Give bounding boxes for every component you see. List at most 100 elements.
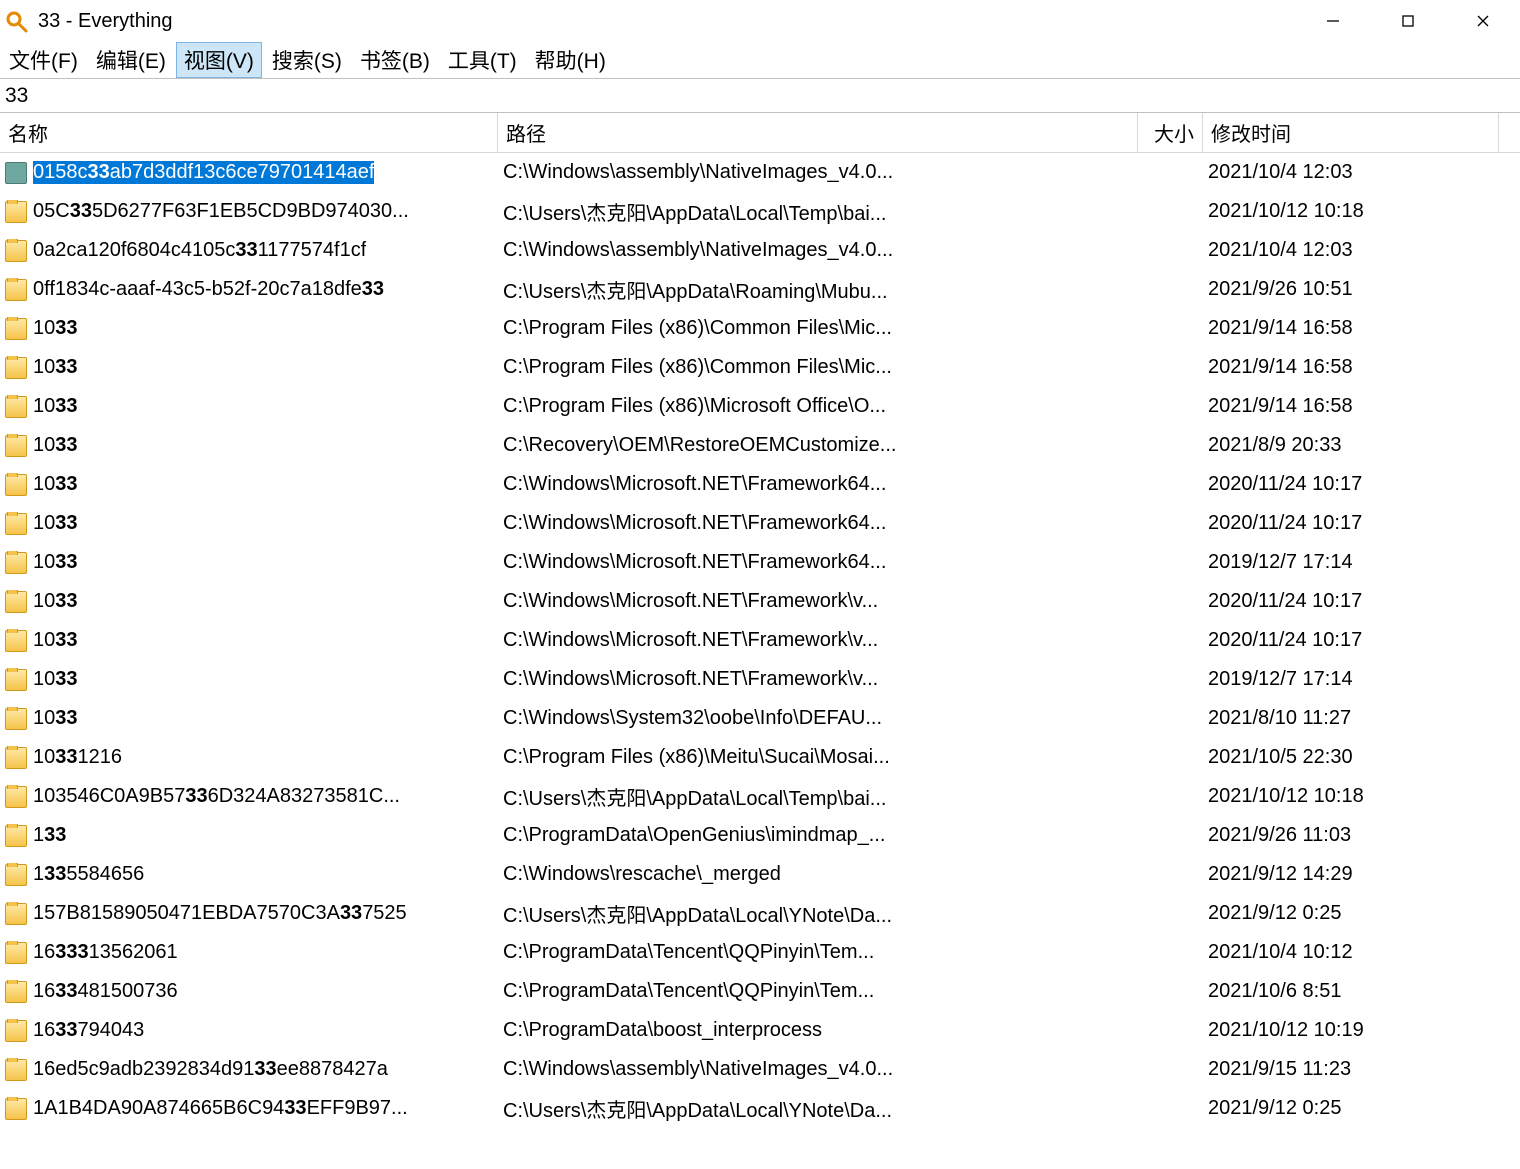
result-row[interactable]: 0158c33ab7d3ddf13c6ce79701414aefC:\Windo… [0, 153, 1520, 192]
result-row[interactable]: 1033C:\Program Files (x86)\Common Files\… [0, 309, 1520, 348]
cell-name: 05C335D6277F63F1EB5CD9BD974030... [0, 200, 498, 223]
result-row[interactable]: 1033 C:\Recovery\OEM\RestoreOEMCustomize.… [0, 426, 1520, 465]
cell-path: C:\Windows\Microsoft.NET\Framework64... [498, 473, 1138, 496]
result-row[interactable]: 1033C:\Windows\Microsoft.NET\Framework\v… [0, 621, 1520, 660]
result-row[interactable]: 103546C0A9B57336D324A83273581C...C:\User… [0, 777, 1520, 816]
folder-icon [5, 1059, 27, 1081]
file-name: 1335584656 [33, 863, 144, 886]
file-name: 1A1B4DA90A874665B6C9433EFF9B97... [33, 1097, 408, 1120]
folder-icon [5, 747, 27, 769]
file-name: 1633313562061 [33, 941, 178, 964]
menu-tools[interactable]: 工具(T) [440, 42, 525, 78]
cell-name: 1633313562061 [0, 941, 498, 964]
result-row[interactable]: 1033 C:\Program Files (x86)\Common Files\… [0, 348, 1520, 387]
result-row[interactable]: 133C:\ProgramData\OpenGenius\imindmap_..… [0, 816, 1520, 855]
file-path: C:\Recovery\OEM\RestoreOEMCustomize... [503, 434, 896, 457]
cell-path: C:\Windows\System32\oobe\Info\DEFAU... [498, 707, 1138, 730]
file-path: C:\Program Files (x86)\Common Files\Mic.… [503, 356, 892, 379]
result-row[interactable]: 157B81589050471EBDA7570C3A337525C:\Users… [0, 894, 1520, 933]
cell-name: 103546C0A9B57336D324A83273581C... [0, 785, 498, 808]
close-button[interactable] [1445, 0, 1520, 42]
cell-name: 0ff1834c-aaaf-43c5-b52f-20c7a18dfe33 [0, 278, 498, 301]
result-row[interactable]: 1033C:\Windows\Microsoft.NET\Framework64… [0, 504, 1520, 543]
menu-view[interactable]: 视图(V) [176, 42, 262, 78]
cell-name: 1033 [0, 473, 498, 496]
cell-date: 2021/10/12 10:19 [1203, 1019, 1499, 1042]
cell-name: 0158c33ab7d3ddf13c6ce79701414aef [0, 161, 498, 184]
result-row[interactable]: 1335584656C:\Windows\rescache\_merged202… [0, 855, 1520, 894]
file-name: 1033 [33, 590, 78, 613]
cell-path: C:\Program Files (x86)\Microsoft Office\… [498, 395, 1138, 418]
menu-search[interactable]: 搜索(S) [264, 42, 350, 78]
cell-path: C:\ProgramData\Tencent\QQPinyin\Tem... [498, 980, 1138, 1003]
cell-name: 1335584656 [0, 863, 498, 886]
cell-path: C:\Program Files (x86)\Meitu\Sucai\Mosai… [498, 746, 1138, 769]
folder-icon [5, 552, 27, 574]
file-name: 1633794043 [33, 1019, 144, 1042]
folder-icon [5, 903, 27, 925]
cell-name: 16ed5c9adb2392834d9133ee8878427a [0, 1058, 498, 1081]
header-path[interactable]: 路径 [498, 113, 1138, 152]
result-row[interactable]: 10331216 C:\Program Files (x86)\Meitu\Suc… [0, 738, 1520, 777]
result-row[interactable]: 1A1B4DA90A874665B6C9433EFF9B97... C:\User… [0, 1089, 1520, 1128]
cell-path: C:\Windows\Microsoft.NET\Framework64... [498, 512, 1138, 535]
cell-path: C:\Windows\rescache\_merged [498, 863, 1138, 886]
cell-path: C:\Users\杰克阳\AppData\Local\Temp\bai... [498, 197, 1138, 226]
result-row[interactable]: 1033 C:\Windows\Microsoft.NET\Framework\v… [0, 660, 1520, 699]
folder-icon [5, 669, 27, 691]
menu-bookmarks[interactable]: 书签(B) [352, 42, 438, 78]
file-name: 1033 [33, 668, 78, 691]
cell-date: 2020/11/24 10:17 [1203, 473, 1499, 496]
result-row[interactable]: 0a2ca120f6804c4105c331177574f1cfC:\Windo… [0, 231, 1520, 270]
file-name: 1033 [33, 473, 78, 496]
header-name[interactable]: 名称 [0, 113, 498, 152]
file-path: C:\Users\杰克阳\AppData\Local\YNote\Da... [503, 1094, 892, 1123]
window-controls [1295, 0, 1520, 42]
cell-name: 157B81589050471EBDA7570C3A337525 [0, 902, 498, 925]
header-date[interactable]: 修改时间 [1203, 113, 1499, 152]
file-path: C:\Windows\Microsoft.NET\Framework\v... [503, 668, 878, 691]
cell-name: 1033 [0, 629, 498, 652]
cell-date: 2021/10/4 12:03 [1203, 161, 1499, 184]
cell-name: 1033 [0, 317, 498, 340]
file-name: 05C335D6277F63F1EB5CD9BD974030... [33, 200, 409, 223]
file-path: C:\Users\杰克阳\AppData\Roaming\Mubu... [503, 275, 888, 304]
cell-path: C:\Windows\Microsoft.NET\Framework\v... [498, 590, 1138, 613]
menu-file[interactable]: 文件(F) [1, 42, 86, 78]
file-name: 10331216 [33, 746, 122, 769]
cell-date: 2021/10/4 12:03 [1203, 239, 1499, 262]
menu-edit[interactable]: 编辑(E) [88, 42, 174, 78]
folder-icon [5, 786, 27, 808]
folder-icon [5, 435, 27, 457]
file-name: 1033 [33, 434, 78, 457]
file-path: C:\ProgramData\boost_interprocess [503, 1019, 822, 1042]
result-row[interactable]: 1633794043 C:\ProgramData\boost_interproc… [0, 1011, 1520, 1050]
file-path: C:\ProgramData\OpenGenius\imindmap_... [503, 824, 885, 847]
result-row[interactable]: 1633313562061C:\ProgramData\Tencent\QQPi… [0, 933, 1520, 972]
folder-icon [5, 942, 27, 964]
result-row[interactable]: 05C335D6277F63F1EB5CD9BD974030... C:\User… [0, 192, 1520, 231]
result-row[interactable]: 1633481500736C:\ProgramData\Tencent\QQPi… [0, 972, 1520, 1011]
minimize-button[interactable] [1295, 0, 1370, 42]
cell-name: 1033 [0, 551, 498, 574]
menu-help[interactable]: 帮助(H) [527, 42, 614, 78]
file-path: C:\Program Files (x86)\Common Files\Mic.… [503, 317, 892, 340]
search-input[interactable] [0, 79, 1520, 112]
result-row[interactable]: 1033C:\Windows\System32\oobe\Info\DEFAU.… [0, 699, 1520, 738]
file-name: 0a2ca120f6804c4105c331177574f1cf [33, 239, 366, 262]
cell-path: C:\Windows\Microsoft.NET\Framework\v... [498, 629, 1138, 652]
result-row[interactable]: 0ff1834c-aaaf-43c5-b52f-20c7a18dfe33C:\U… [0, 270, 1520, 309]
cell-date: 2021/10/12 10:18 [1203, 785, 1499, 808]
cell-date: 2021/8/10 11:27 [1203, 707, 1499, 730]
result-row[interactable]: 16ed5c9adb2392834d9133ee8878427aC:\Windo… [0, 1050, 1520, 1089]
maximize-button[interactable] [1370, 0, 1445, 42]
result-row[interactable]: 1033C:\Program Files (x86)\Microsoft Off… [0, 387, 1520, 426]
file-name: 1033 [33, 356, 78, 379]
result-row[interactable]: 1033C:\Windows\Microsoft.NET\Framework64… [0, 543, 1520, 582]
header-size[interactable]: 大小 [1138, 113, 1203, 152]
result-row[interactable]: 1033 C:\Windows\Microsoft.NET\Framework64… [0, 465, 1520, 504]
result-row[interactable]: 1033 C:\Windows\Microsoft.NET\Framework\v… [0, 582, 1520, 621]
cell-name: 1033 [0, 590, 498, 613]
file-name: 1033 [33, 551, 78, 574]
cell-date: 2021/9/26 10:51 [1203, 278, 1499, 301]
